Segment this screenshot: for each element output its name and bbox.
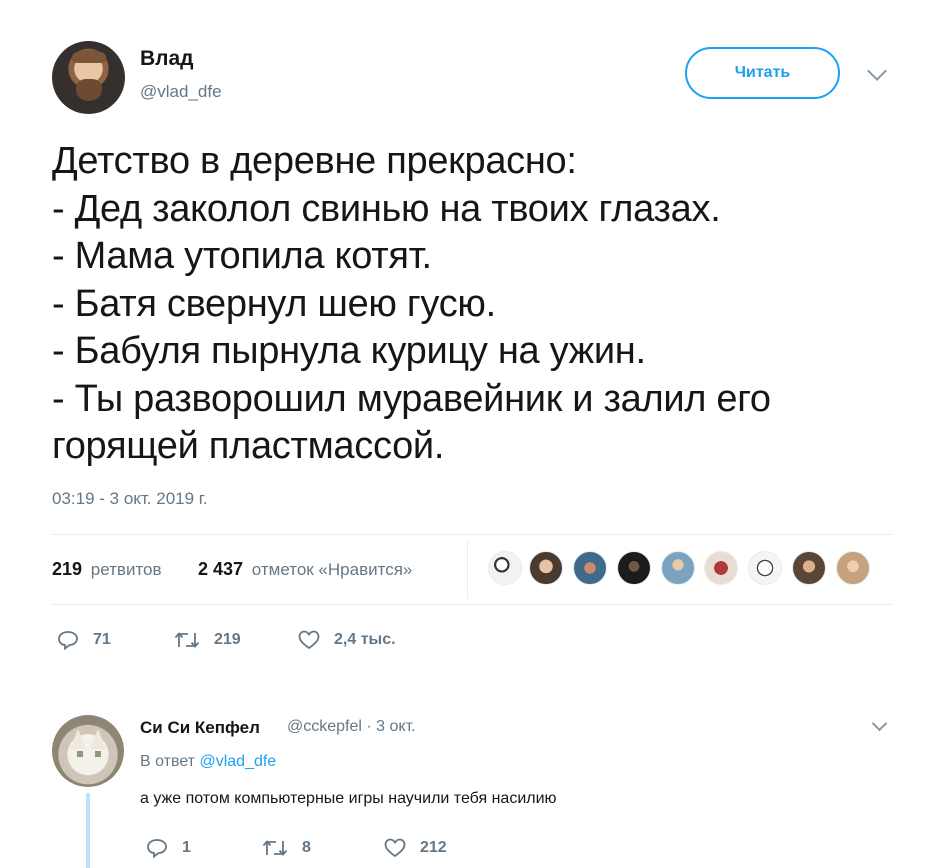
liker-avatar[interactable] xyxy=(488,551,522,585)
reply-author-handle[interactable]: @cckepfel · 3 окт. xyxy=(287,718,416,736)
reply-icon xyxy=(147,839,167,858)
reply-retweet-count: 8 xyxy=(302,839,311,856)
avatar-eyes xyxy=(77,751,101,757)
divider xyxy=(52,604,892,605)
reply-retweet-action[interactable]: 8 xyxy=(262,838,311,858)
stats-divider xyxy=(467,541,468,599)
liker-avatar[interactable] xyxy=(573,551,607,585)
likes-count: 2 437 xyxy=(198,559,244,579)
avatar-hair xyxy=(72,50,106,63)
like-action[interactable]: 2,4 тыс. xyxy=(298,630,396,650)
reply-mention-link[interactable]: @vlad_dfe xyxy=(199,753,276,770)
reply-author-name[interactable]: Си Си Кепфел xyxy=(140,718,260,738)
retweets-label: ретвитов xyxy=(90,560,162,579)
reply-action[interactable]: 71 xyxy=(57,630,111,650)
thread-line xyxy=(86,793,90,868)
retweet-icon xyxy=(262,840,288,856)
follow-button[interactable]: Читать xyxy=(685,47,840,99)
liker-avatar[interactable] xyxy=(748,551,782,585)
retweets-stat[interactable]: 219 ретвитов xyxy=(52,559,162,580)
heart-icon xyxy=(384,838,406,858)
liker-avatar[interactable] xyxy=(529,551,563,585)
reply-author-avatar[interactable] xyxy=(52,715,124,787)
chevron-down-icon[interactable] xyxy=(871,715,888,732)
author-name[interactable]: Влад xyxy=(140,47,194,71)
likes-stat[interactable]: 2 437 отметок «Нравится» xyxy=(198,559,412,580)
liker-avatar[interactable] xyxy=(617,551,651,585)
likes-label: отметок «Нравится» xyxy=(251,560,413,579)
liker-avatar[interactable] xyxy=(836,551,870,585)
tweet-text: Детство в деревне прекрасно: - Дед закол… xyxy=(52,140,771,467)
avatar-ear xyxy=(70,729,86,749)
avatar-beard xyxy=(76,79,102,101)
liker-avatar[interactable] xyxy=(704,551,738,585)
retweet-action[interactable]: 219 xyxy=(174,630,241,650)
reply-reply-action[interactable]: 1 xyxy=(146,838,191,858)
author-handle[interactable]: @vlad_dfe xyxy=(140,82,222,102)
avatar-ear xyxy=(90,729,106,749)
divider xyxy=(52,534,892,535)
reply-like-count: 212 xyxy=(420,839,447,856)
in-reply-to: В ответ @vlad_dfe xyxy=(140,753,276,771)
reply-count: 71 xyxy=(93,631,111,648)
author-avatar[interactable] xyxy=(52,41,125,114)
liker-avatar[interactable] xyxy=(661,551,695,585)
liker-avatar[interactable] xyxy=(792,551,826,585)
heart-icon xyxy=(298,630,320,650)
like-count: 2,4 тыс. xyxy=(334,631,396,648)
retweets-count: 219 xyxy=(52,559,83,579)
in-reply-prefix: В ответ xyxy=(140,753,196,770)
reply-text: а уже потом компьютерные игры научили те… xyxy=(140,790,557,807)
reply-like-action[interactable]: 212 xyxy=(384,838,447,858)
reply-reply-count: 1 xyxy=(182,839,191,856)
reply-icon xyxy=(58,631,78,650)
tweet-timestamp[interactable]: 03:19 - 3 окт. 2019 г. xyxy=(52,489,208,509)
retweet-count: 219 xyxy=(214,631,241,648)
retweet-icon xyxy=(174,632,200,648)
chevron-down-icon[interactable] xyxy=(867,61,887,81)
